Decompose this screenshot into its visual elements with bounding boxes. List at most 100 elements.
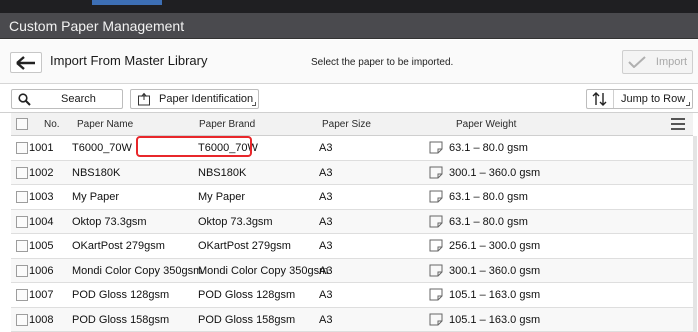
cell-paper-brand: OKartPost 279gsm xyxy=(198,240,291,252)
table-row[interactable]: 1001 T6000_70W T6000_70W A3 63.1 – 80.0 gsm xyxy=(11,136,693,161)
row-checkbox[interactable] xyxy=(16,313,28,326)
paper-identification-button[interactable]: Paper Identification xyxy=(130,89,259,109)
top-status-strip xyxy=(0,0,698,13)
paper-sheet-icon xyxy=(429,288,443,301)
page-title: Import From Master Library xyxy=(50,53,208,68)
arrow-left-icon xyxy=(16,55,35,70)
table-row[interactable]: 1003 My Paper My Paper A3 63.1 – 80.0 gsm xyxy=(11,185,693,210)
col-header-paper-brand[interactable]: Paper Brand xyxy=(199,119,255,130)
cell-paper-name: Oktop 73.3gsm xyxy=(72,215,147,228)
cell-no: 1008 xyxy=(29,313,54,326)
dropdown-corner-icon xyxy=(252,102,256,106)
header-row: Import From Master Library Select the pa… xyxy=(0,40,698,84)
cell-paper-brand: Mondi Color Copy 350gsm xyxy=(198,264,329,277)
cell-paper-name: POD Gloss 128gsm xyxy=(72,289,170,301)
jump-to-row-label: Jump to Row xyxy=(621,93,686,105)
paper-sheet-icon xyxy=(429,239,443,252)
cell-no: 1003 xyxy=(29,191,54,203)
button-divider xyxy=(613,90,614,108)
menu-icon[interactable] xyxy=(671,118,685,130)
cell-paper-name: OKartPost 279gsm xyxy=(72,240,165,252)
table-row[interactable]: 1008 POD Gloss 158gsm POD Gloss 158gsm A3 10… xyxy=(11,307,693,332)
col-header-paper-size[interactable]: Paper Size xyxy=(322,119,371,130)
row-checkbox[interactable] xyxy=(16,215,28,228)
col-header-no[interactable]: No. xyxy=(44,119,60,130)
checkmark-icon xyxy=(628,56,646,68)
back-button[interactable] xyxy=(10,52,42,73)
cell-paper-size: A3 xyxy=(319,240,333,252)
dropdown-corner-icon xyxy=(686,102,690,106)
paper-scan-icon xyxy=(138,92,150,106)
import-button[interactable]: Import xyxy=(622,50,693,74)
cell-paper-weight: 63.1 – 80.0 gsm xyxy=(449,142,528,154)
toolbar: Search Paper Identification Jump to Row xyxy=(0,85,698,113)
top-tab-indicator xyxy=(92,0,162,5)
cell-paper-size: A3 xyxy=(319,166,333,179)
import-label: Import xyxy=(655,56,688,68)
row-checkbox[interactable] xyxy=(16,191,28,203)
paper-sheet-icon xyxy=(429,264,443,276)
table-row[interactable]: 1004 Oktop 73.3gsm Oktop 73.3gsm A3 63.1 – 8… xyxy=(11,209,693,234)
paper-sheet-icon xyxy=(429,313,443,325)
table-row[interactable]: 1002 NBS180K NBS180K A3 300.1 – 360.0 gsm xyxy=(11,160,693,185)
cell-no: 1005 xyxy=(29,240,54,252)
cell-paper-weight: 300.1 – 360.0 gsm xyxy=(449,166,541,179)
scrollbar[interactable] xyxy=(693,136,697,332)
cell-paper-name: NBS180K xyxy=(72,166,121,179)
row-checkbox[interactable] xyxy=(16,166,28,179)
cell-paper-weight: 105.1 – 163.0 gsm xyxy=(449,313,541,326)
select-all-checkbox[interactable] xyxy=(16,118,28,130)
cell-paper-name: T6000_70W xyxy=(72,142,132,154)
cell-no: 1006 xyxy=(29,264,54,277)
cell-paper-brand: POD Gloss 128gsm xyxy=(198,289,296,301)
search-label: Search xyxy=(61,93,96,105)
annotation-highlight-box xyxy=(136,136,252,157)
cell-no: 1007 xyxy=(29,289,54,301)
instruction-text: Select the paper to be imported. xyxy=(311,57,454,68)
cell-paper-size: A3 xyxy=(319,142,333,154)
table-row[interactable]: 1006 Mondi Color Copy 350gsm Mondi Color C… xyxy=(11,258,693,283)
cell-paper-size: A3 xyxy=(319,215,333,228)
paper-table: No. Paper Name Paper Brand Paper Size Pa… xyxy=(11,113,693,332)
cell-paper-weight: 105.1 – 163.0 gsm xyxy=(449,289,541,301)
cell-paper-name: POD Gloss 158gsm xyxy=(72,313,170,326)
cell-paper-name: Mondi Color Copy 350gsm xyxy=(72,264,203,277)
window-title: Custom Paper Management xyxy=(9,18,185,34)
cell-paper-brand: NBS180K xyxy=(198,166,247,179)
paper-sheet-icon xyxy=(429,141,443,154)
cell-no: 1004 xyxy=(29,215,54,228)
cell-paper-brand: Oktop 73.3gsm xyxy=(198,215,273,228)
cell-paper-name: My Paper xyxy=(72,191,120,203)
cell-paper-size: A3 xyxy=(319,191,333,203)
search-button[interactable]: Search xyxy=(11,89,123,109)
paper-sheet-icon xyxy=(429,215,443,227)
cell-paper-weight: 300.1 – 360.0 gsm xyxy=(449,264,541,277)
col-header-paper-weight[interactable]: Paper Weight xyxy=(456,119,516,130)
cell-paper-brand: POD Gloss 158gsm xyxy=(198,313,296,326)
table-header: No. Paper Name Paper Brand Paper Size Pa… xyxy=(11,113,693,136)
row-checkbox[interactable] xyxy=(16,264,28,277)
paper-identification-label: Paper Identification xyxy=(159,93,254,105)
paper-sheet-icon xyxy=(429,166,443,178)
paper-sheet-icon xyxy=(429,190,443,203)
cell-paper-weight: 63.1 – 80.0 gsm xyxy=(449,215,528,228)
cell-paper-brand: My Paper xyxy=(198,191,246,203)
cell-no: 1001 xyxy=(29,142,54,154)
table-row[interactable]: 1005 OKartPost 279gsm OKartPost 279gsm A3 25… xyxy=(11,234,693,259)
cell-paper-size: A3 xyxy=(319,264,333,277)
cell-paper-size: A3 xyxy=(319,289,333,301)
row-checkbox[interactable] xyxy=(16,289,28,301)
row-checkbox[interactable] xyxy=(16,240,28,252)
row-checkbox[interactable] xyxy=(16,142,28,154)
table-row[interactable]: 1007 POD Gloss 128gsm POD Gloss 128gsm A3 10… xyxy=(11,283,693,308)
col-header-paper-name[interactable]: Paper Name xyxy=(77,119,133,130)
title-bar: Custom Paper Management xyxy=(0,13,698,39)
jump-to-row-button[interactable]: Jump to Row xyxy=(586,89,693,109)
cell-paper-weight: 256.1 – 300.0 gsm xyxy=(449,240,541,252)
cell-paper-weight: 63.1 – 80.0 gsm xyxy=(449,191,528,203)
sort-arrows-icon xyxy=(592,92,607,106)
table-body: 1001 T6000_70W T6000_70W A3 63.1 – 80.0 gsm 1… xyxy=(11,136,693,332)
cell-no: 1002 xyxy=(29,166,54,179)
search-icon xyxy=(18,93,31,106)
cell-paper-size: A3 xyxy=(319,313,333,326)
